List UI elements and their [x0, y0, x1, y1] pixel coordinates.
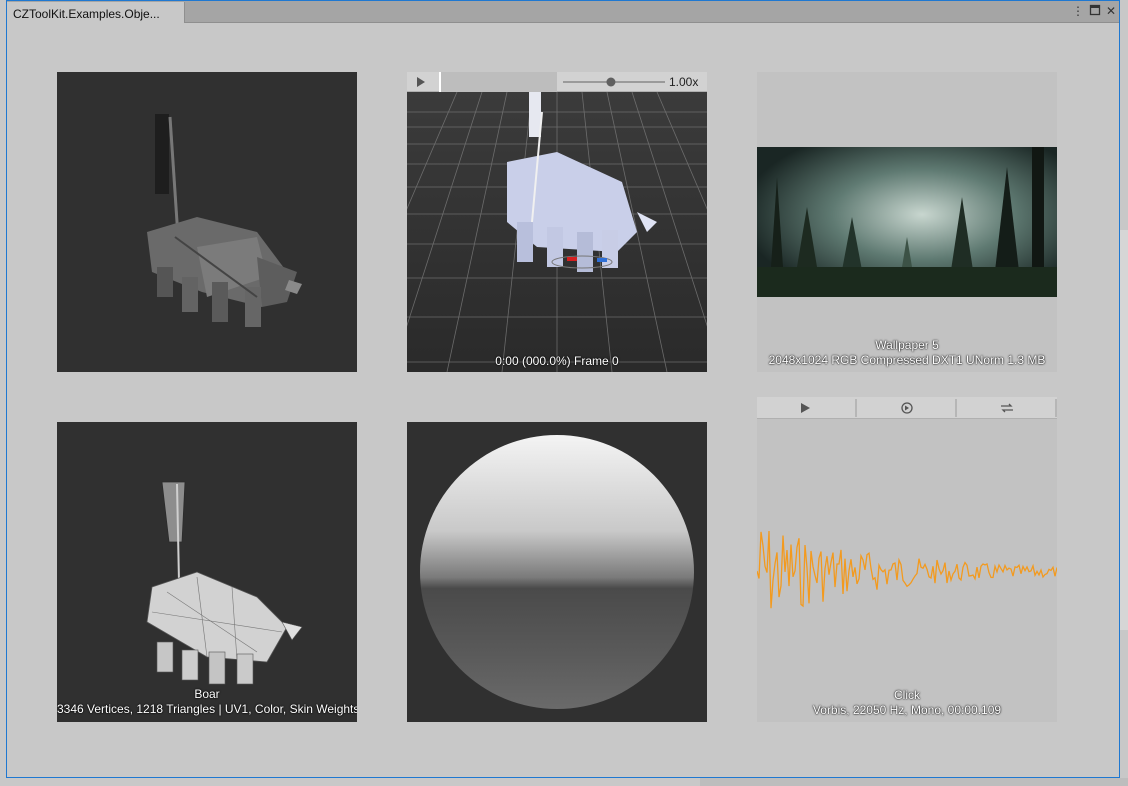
play-icon[interactable] — [417, 77, 425, 87]
play-icon[interactable] — [801, 403, 810, 413]
auto-play-icon[interactable] — [901, 402, 913, 414]
audio-preview[interactable]: Click Vorbis, 22050 Hz, Mono, 00:00.109 — [757, 397, 1057, 722]
boar-wireframe-image — [146, 481, 303, 685]
material-sphere — [420, 435, 694, 709]
window-tab-bar: CZToolKit.Examples.Obje... ⋮ ✕ — [7, 1, 1119, 23]
audio-waveform — [757, 530, 1057, 609]
animation-preview[interactable]: 1.00x 0:00 (000.0%) Frame 0 — [407, 72, 707, 372]
background-editor-strip — [1120, 230, 1128, 630]
texture-name: Wallpaper 5 — [875, 338, 939, 352]
mesh-preview-dark[interactable] — [57, 72, 357, 372]
animated-boar-scene — [407, 91, 707, 372]
window-tab[interactable]: CZToolKit.Examples.Obje... — [7, 2, 185, 23]
boar-model-image — [147, 114, 302, 327]
mesh-preview-wireframe[interactable]: Boar 3346 Vertices, 1218 Triangles | UV1… — [57, 422, 357, 722]
inspector-window: CZToolKit.Examples.Obje... ⋮ ✕ 1.00x 0:0… — [6, 0, 1120, 778]
audio-name: Click — [894, 688, 920, 702]
close-icon[interactable]: ✕ — [1104, 4, 1118, 18]
speed-value: 1.00x — [669, 75, 699, 89]
texture-info: 2048x1024 RGB Compressed DXT1 UNorm 1.3 … — [768, 353, 1046, 367]
maximize-icon[interactable] — [1088, 4, 1102, 18]
material-preview[interactable] — [407, 422, 707, 722]
audio-control-bar — [757, 397, 1057, 419]
background-editor-strip-bottom — [700, 778, 1128, 786]
loop-icon[interactable] — [1001, 403, 1013, 413]
timeline-track[interactable] — [439, 72, 557, 92]
audio-info: Vorbis, 22050 Hz, Mono, 00:00.109 — [812, 703, 1002, 717]
speed-slider-thumb[interactable] — [606, 77, 616, 87]
mesh-info: 3346 Vertices, 1218 Triangles | UV1, Col… — [57, 702, 357, 716]
animation-status: 0:00 (000.0%) Frame 0 — [495, 354, 619, 368]
forest-wallpaper-image — [757, 147, 1057, 297]
animation-control-bar: 1.00x — [407, 72, 707, 92]
timeline-scrubber[interactable] — [439, 72, 441, 92]
texture-preview[interactable]: Wallpaper 5 2048x1024 RGB Compressed DXT… — [757, 72, 1057, 372]
mesh-name: Boar — [194, 687, 220, 701]
kebab-menu-icon[interactable]: ⋮ — [1071, 4, 1085, 18]
window-tab-title: CZToolKit.Examples.Obje... — [13, 7, 160, 21]
